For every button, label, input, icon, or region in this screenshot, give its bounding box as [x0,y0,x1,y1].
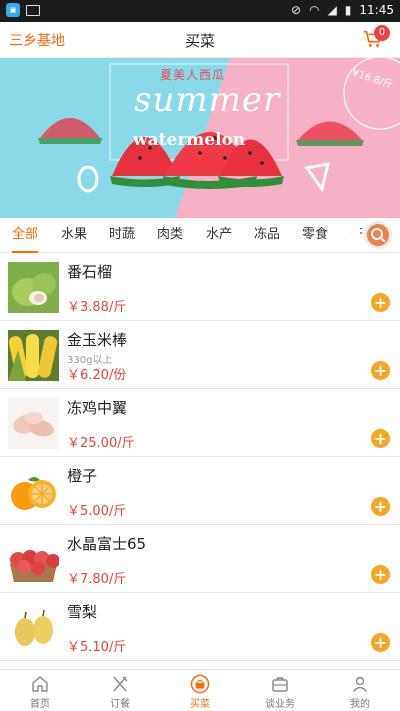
promo-banner[interactable]: 夏美人西瓜 summer watermelon ¥16.8/斤 [0,58,400,218]
product-name: 金玉米棒 [67,331,128,349]
mute-icon: ⊘ [291,3,302,17]
list-item[interactable]: 橙子 ￥5.00/斤 + [0,457,400,525]
nav-profile[interactable]: 我的 [320,670,400,711]
product-price: ￥3.88/斤 [67,300,127,315]
banner-headline: summer [134,80,281,120]
app-notification-icon: ▣ [6,3,20,17]
product-price: ￥7.80/斤 [67,572,127,587]
wifi-icon: ◠ [309,3,320,17]
nav-label: 谈业务 [265,699,295,710]
product-price: ￥6.20/份 [67,368,127,383]
add-to-cart-button[interactable]: + [371,497,390,516]
category-tabs: 全部 水果 时蔬 肉类 水产 冻品 零食 干 [0,218,400,253]
banner-subline: watermelon [133,130,246,150]
nav-label: 我的 [350,699,370,710]
nav-label: 订餐 [110,699,130,710]
signal-icon: ◢ [327,3,337,17]
product-name: 雪梨 [67,603,98,621]
product-name: 冻鸡中翼 [67,399,128,417]
list-item[interactable]: 番石榴 ￥3.88/斤 + [0,253,400,321]
list-item[interactable]: 冻鸡中翼 ￥25.00/斤 + [0,389,400,457]
status-bar: ▣ ⊘ ◠ ◢ ▮ 11:45 [0,0,400,22]
person-icon [352,676,368,692]
add-to-cart-button[interactable]: + [371,293,390,312]
nav-home[interactable]: 首页 [0,670,80,711]
basket-icon [190,674,210,694]
product-price: ￥5.00/斤 [67,504,127,519]
bottom-navigation: 首页 订餐 买菜 谈业务 我的 [0,669,400,711]
apple-image [8,534,59,585]
page-title: 买菜 [184,32,215,50]
image-notification-icon [26,4,40,16]
product-name: 水晶富士65 [67,535,147,553]
home-icon [32,676,48,692]
search-button[interactable] [367,224,389,246]
app-header: 三乡基地 买菜 0 [0,22,400,58]
tab-snacks[interactable]: 零食 [302,218,328,253]
product-name: 番石榴 [67,263,113,281]
nav-label: 首页 [30,699,50,710]
pear-image [8,602,59,653]
tab-frozen[interactable]: 冻品 [254,218,280,253]
fork-knife-icon [113,676,128,692]
chicken-wing-image [8,398,59,449]
nav-business[interactable]: 谈业务 [240,670,320,711]
briefcase-icon [272,677,288,692]
add-to-cart-button[interactable]: + [371,565,390,584]
product-price: ￥25.00/斤 [67,436,135,451]
cart-count-badge: 0 [374,25,390,41]
nav-label: 买菜 [190,699,210,710]
tab-seafood[interactable]: 水产 [206,218,232,253]
product-price: ￥5.10/斤 [67,640,127,655]
list-item[interactable]: 雪梨 ￥5.10/斤 + [0,593,400,661]
product-list: 番石榴 ￥3.88/斤 + 金玉米棒 330g以上 ￥6.20/份 + 冻鸡中翼… [0,253,400,669]
tab-all[interactable]: 全部 [12,218,39,253]
add-to-cart-button[interactable]: + [371,633,390,652]
product-name: 橙子 [67,467,98,485]
status-time: 11:45 [359,3,394,17]
nav-order-meal[interactable]: 订餐 [80,670,160,711]
tab-meat[interactable]: 肉类 [157,218,183,253]
tab-fruit[interactable]: 水果 [61,218,87,253]
search-icon [371,228,386,243]
corn-image [8,330,59,381]
list-item[interactable]: 金玉米棒 330g以上 ￥6.20/份 + [0,321,400,389]
tab-vegetables[interactable]: 时蔬 [109,218,135,253]
add-to-cart-button[interactable]: + [371,361,390,380]
orange-image [8,466,59,517]
add-to-cart-button[interactable]: + [371,429,390,448]
cart-button[interactable]: 0 [362,25,390,52]
nav-buy-vegetables[interactable]: 买菜 [160,670,240,711]
guava-image [8,262,59,313]
battery-icon: ▮ [344,3,352,17]
list-item[interactable]: 水晶富士65 ￥7.80/斤 + [0,525,400,593]
